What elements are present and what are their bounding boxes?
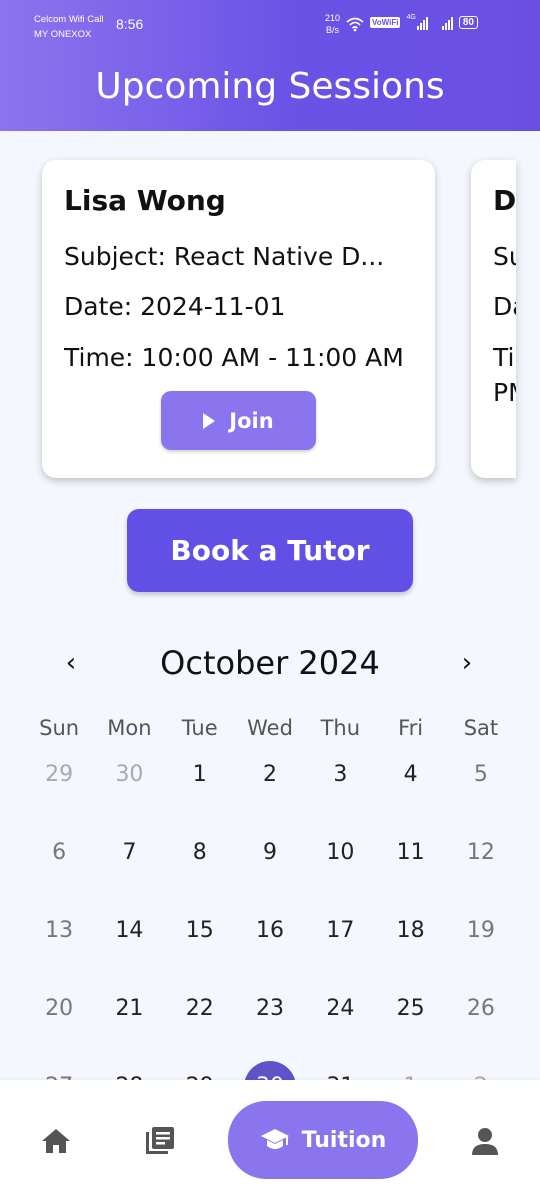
calendar-viewport: 29 30 1 2 3 4 5 6 7 8 9 10 11 12 13 14 15 16 17 18 19 20 21 22 2… xyxy=(0,0,540,1080)
calendar-day[interactable]: 17 xyxy=(305,908,375,986)
calendar-day[interactable]: 29 xyxy=(165,1064,235,1080)
calendar-day[interactable]: 19 xyxy=(446,908,516,986)
calendar-day[interactable]: 31 xyxy=(305,1064,375,1080)
calendar-day[interactable]: 16 xyxy=(235,908,305,986)
calendar-day[interactable]: 22 xyxy=(165,986,235,1064)
calendar-day[interactable]: 29 xyxy=(24,752,94,830)
calendar-day[interactable]: 7 xyxy=(94,830,164,908)
home-icon xyxy=(42,1129,70,1153)
nav-home[interactable] xyxy=(26,1102,86,1180)
calendar-day[interactable]: 5 xyxy=(446,752,516,830)
calendar-day[interactable]: 4 xyxy=(375,752,445,830)
calendar-day[interactable]: 12 xyxy=(446,830,516,908)
calendar-day[interactable]: 8 xyxy=(165,830,235,908)
nav-tuition[interactable]: Tuition xyxy=(228,1101,418,1179)
calendar-day[interactable]: 2 xyxy=(446,1064,516,1080)
calendar-day[interactable]: 10 xyxy=(305,830,375,908)
calendar-day[interactable]: 9 xyxy=(235,830,305,908)
book-icon xyxy=(146,1127,174,1154)
nav-profile[interactable] xyxy=(455,1102,515,1180)
calendar-day[interactable]: 13 xyxy=(24,908,94,986)
calendar-day[interactable]: 30 xyxy=(235,1061,305,1080)
calendar-day[interactable]: 3 xyxy=(305,752,375,830)
calendar-day[interactable]: 30 xyxy=(94,752,164,830)
calendar-day[interactable]: 28 xyxy=(94,1064,164,1080)
calendar-day[interactable]: 14 xyxy=(94,908,164,986)
nav-tuition-label: Tuition xyxy=(301,1127,387,1153)
calendar-day[interactable]: 23 xyxy=(235,986,305,1064)
graduation-cap-icon xyxy=(260,1129,289,1149)
calendar-day[interactable]: 15 xyxy=(165,908,235,986)
calendar-day[interactable]: 26 xyxy=(446,986,516,1064)
calendar-day[interactable]: 20 xyxy=(24,986,94,1064)
calendar-day[interactable]: 18 xyxy=(375,908,445,986)
calendar-days-grid: 29 30 1 2 3 4 5 6 7 8 9 10 11 12 13 14 15 16 17 18 19 20 21 22 2… xyxy=(24,752,516,1080)
person-icon xyxy=(472,1128,498,1155)
bottom-navigation: Tuition xyxy=(0,1080,540,1200)
calendar-day[interactable]: 25 xyxy=(375,986,445,1064)
calendar-day[interactable]: 1 xyxy=(375,1064,445,1080)
calendar-day[interactable]: 24 xyxy=(305,986,375,1064)
calendar-day[interactable]: 11 xyxy=(375,830,445,908)
calendar-day[interactable]: 21 xyxy=(94,986,164,1064)
calendar-day[interactable]: 2 xyxy=(235,752,305,830)
calendar-day[interactable]: 6 xyxy=(24,830,94,908)
nav-lessons[interactable] xyxy=(130,1102,190,1180)
calendar-day[interactable]: 1 xyxy=(165,752,235,830)
calendar-day[interactable]: 27 xyxy=(24,1064,94,1080)
